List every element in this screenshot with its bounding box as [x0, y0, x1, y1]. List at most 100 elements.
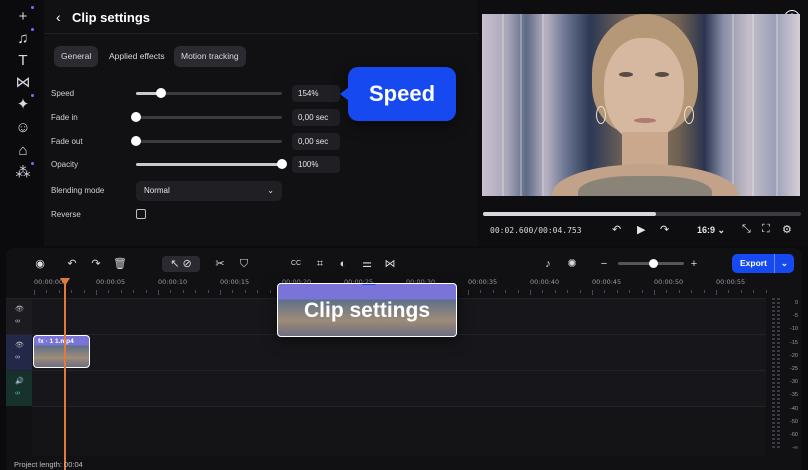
- fit-icon[interactable]: ⤡: [742, 223, 751, 236]
- meter-label: -30: [790, 379, 798, 386]
- templates-icon[interactable]: ⁂: [12, 162, 34, 184]
- timeline: ◉ ↶ ↷ 🗑 ↖ ⊘ ✂ ⛉ CC ⌗ ◐ ⚌ ⋈ ♪ ✺ − + Expor…: [6, 248, 802, 470]
- timeline-track-empty[interactable]: [32, 406, 766, 456]
- link-icon[interactable]: ∞: [15, 354, 20, 361]
- color-icon[interactable]: ◐: [335, 256, 351, 272]
- text-icon[interactable]: T: [12, 50, 34, 72]
- speed-slider-knob[interactable]: [155, 88, 166, 98]
- brand-kit-icon[interactable]: ⌂: [12, 140, 34, 162]
- record-icon[interactable]: ◉: [32, 256, 48, 272]
- fade-out-slider[interactable]: [131, 136, 282, 146]
- back-icon[interactable]: ‹: [56, 9, 61, 25]
- ruler-tick: [133, 290, 135, 293]
- undo-icon[interactable]: ↶: [64, 256, 80, 272]
- forward-icon[interactable]: ↷: [660, 223, 669, 236]
- track-header-1: 👁 ∞: [6, 298, 32, 334]
- eye-icon[interactable]: 👁: [15, 305, 24, 313]
- link-icon[interactable]: ∞: [15, 318, 20, 325]
- opacity-label: Opacity: [51, 160, 79, 169]
- transitions-icon[interactable]: ⋈: [12, 72, 34, 94]
- ruler-tick: [58, 290, 60, 293]
- ruler-tick: [468, 290, 469, 295]
- ruler-tick: [158, 290, 159, 295]
- clip-settings-callout: Clip settings: [277, 283, 457, 337]
- zoom-in-icon[interactable]: +: [686, 256, 702, 272]
- eye-icon[interactable]: 👁: [15, 341, 24, 349]
- meter-label: -15: [790, 339, 798, 346]
- crop-icon[interactable]: ⌗: [312, 256, 328, 272]
- effects-icon[interactable]: ✦: [12, 94, 34, 116]
- ruler-label: 00:00:15: [220, 278, 250, 286]
- music-icon[interactable]: ♫: [12, 28, 34, 50]
- meter-label: -5: [793, 313, 798, 320]
- ruler-tick: [604, 290, 606, 293]
- opacity-value-field[interactable]: 100%: [292, 156, 340, 173]
- volume-icon[interactable]: 🔊: [15, 377, 24, 385]
- settings-icon[interactable]: ⚙: [782, 223, 792, 236]
- timeline-toolbar: ◉ ↶ ↷ 🗑 ↖ ⊘ ✂ ⛉ CC ⌗ ◐ ⚌ ⋈ ♪ ✺ − + Expor…: [6, 248, 802, 278]
- stickers-icon[interactable]: ☺: [12, 117, 34, 139]
- fade-in-value-field[interactable]: 0,00 sec: [292, 109, 340, 126]
- opacity-slider[interactable]: [136, 159, 287, 169]
- captions-icon[interactable]: CC: [288, 256, 304, 272]
- zoom-out-icon[interactable]: −: [596, 256, 612, 272]
- playhead[interactable]: [60, 278, 70, 470]
- meter-label: -35: [790, 392, 798, 399]
- magic-icon[interactable]: ✺: [564, 256, 580, 272]
- select-tool[interactable]: ↖ ⊘: [162, 256, 200, 272]
- speed-slider[interactable]: [136, 88, 282, 98]
- fade-out-value-field[interactable]: 0,00 sec: [292, 133, 340, 150]
- blending-mode-select[interactable]: Normal ⌄: [136, 181, 282, 201]
- chevron-down-icon[interactable]: ⌄: [773, 254, 788, 273]
- ruler-tick: [554, 290, 556, 293]
- speed-value-field[interactable]: 154%: [292, 85, 340, 102]
- video-clip[interactable]: fx · 1 1.mp4: [33, 335, 90, 368]
- fade-in-slider[interactable]: [131, 112, 282, 122]
- project-length: Project length: 00:04: [14, 460, 83, 469]
- preview-frame: [482, 14, 800, 196]
- ruler-tick: [207, 290, 209, 293]
- zoom-slider-knob[interactable]: [649, 259, 658, 268]
- ruler-tick: [616, 290, 618, 293]
- ruler-tick: [120, 290, 122, 293]
- ruler-label: 00:00:55: [716, 278, 746, 286]
- aspect-ratio-select[interactable]: 16:9 ⌄: [697, 225, 725, 236]
- play-icon[interactable]: ▶: [637, 223, 645, 236]
- blending-mode-value: Normal: [144, 186, 170, 195]
- panel-header: ‹ Clip settings: [44, 0, 478, 34]
- timeline-track-audio[interactable]: [32, 370, 766, 406]
- audio-detach-icon[interactable]: ♪: [540, 256, 556, 272]
- fade-out-slider-knob[interactable]: [131, 136, 141, 146]
- fullscreen-icon[interactable]: ⛶: [762, 223, 770, 236]
- rewind-icon[interactable]: ↶: [612, 223, 621, 236]
- ruler-tick: [703, 290, 705, 293]
- opacity-slider-knob[interactable]: [277, 159, 287, 169]
- plus-icon[interactable]: +: [12, 6, 34, 28]
- scissors-icon[interactable]: ✂: [212, 256, 228, 272]
- preview-scrubber[interactable]: [483, 212, 801, 216]
- export-button[interactable]: Export ⌄: [732, 254, 794, 273]
- trash-icon[interactable]: 🗑: [112, 256, 128, 272]
- link-icon[interactable]: ∞: [15, 390, 20, 397]
- tab-motion-tracking[interactable]: Motion tracking: [174, 46, 246, 67]
- ruler-tick: [195, 290, 197, 293]
- tab-applied-effects[interactable]: Applied effects: [102, 46, 172, 67]
- fade-in-slider-knob[interactable]: [131, 112, 141, 122]
- ruler-tick: [678, 290, 680, 293]
- timeline-track-video[interactable]: [32, 334, 766, 370]
- ruler-tick: [492, 290, 494, 293]
- redo-icon[interactable]: ↷: [88, 256, 104, 272]
- ruler-tick: [170, 290, 172, 293]
- shield-icon[interactable]: ⛉: [236, 256, 252, 272]
- ruler-tick: [641, 290, 643, 293]
- meter-label: -25: [790, 366, 798, 372]
- ruler-tick: [71, 290, 73, 293]
- timecode: 00:02.600/00:04.753: [490, 226, 582, 235]
- reverse-label: Reverse: [51, 210, 81, 219]
- transition-icon[interactable]: ⋈: [382, 256, 398, 272]
- zoom-slider[interactable]: [618, 259, 684, 268]
- cursor-icon: ↖: [170, 258, 180, 270]
- clip-settings-icon[interactable]: ⚌: [359, 256, 375, 272]
- tab-general[interactable]: General: [54, 46, 99, 67]
- reverse-checkbox[interactable]: [136, 209, 146, 219]
